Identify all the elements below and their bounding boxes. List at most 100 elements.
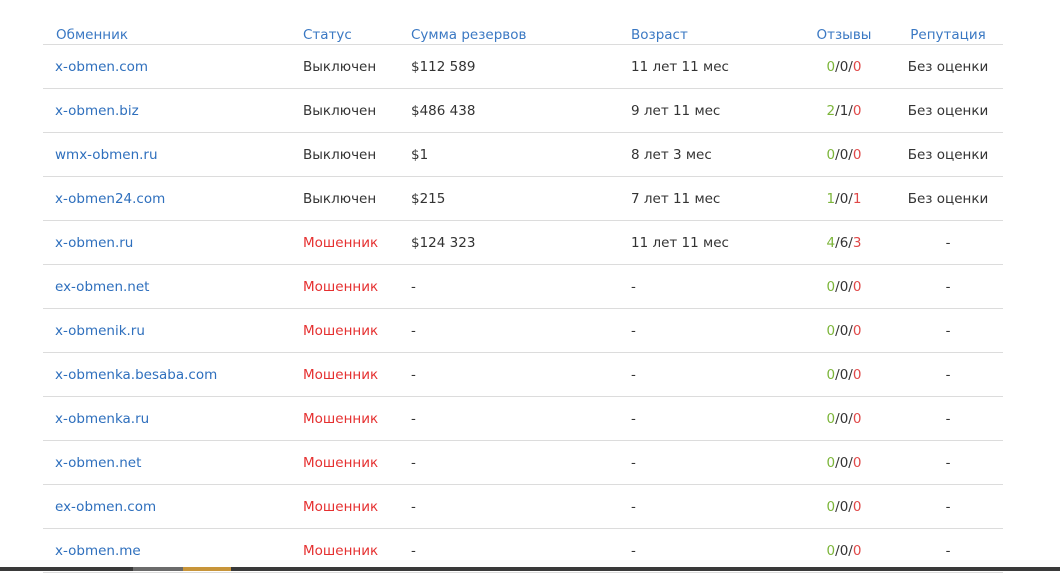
negative-reviews-count: 0 <box>852 454 862 471</box>
reviews-cell[interactable]: 0/0/0 <box>795 455 893 471</box>
neutral-reviews-count: 0 <box>839 278 849 295</box>
neutral-reviews-count: 0 <box>839 322 849 339</box>
reputation-cell: - <box>945 454 951 471</box>
age-cell: 9 лет 11 мес <box>631 102 721 119</box>
exchanger-cell: x-obmenka.besaba.com <box>43 367 291 383</box>
header-reserves[interactable]: Сумма резервов <box>399 27 619 44</box>
age-cell: - <box>631 278 636 295</box>
exchanger-link[interactable]: x-obmen.com <box>55 59 148 75</box>
positive-reviews-count: 0 <box>826 542 836 559</box>
negative-reviews-count: 0 <box>852 498 862 515</box>
exchanger-link[interactable]: ex-obmen.com <box>55 499 156 515</box>
header-status[interactable]: Статус <box>291 27 399 44</box>
table-row: x-obmen.net Мошенник - - 0/0/0 - <box>43 441 1003 485</box>
exchanger-link[interactable]: x-obmen.ru <box>55 235 133 251</box>
reviews-cell[interactable]: 0/0/0 <box>795 411 893 427</box>
reviews-cell[interactable]: 4/6/3 <box>795 235 893 251</box>
reputation-cell: Без оценки <box>907 190 989 207</box>
exchanger-link[interactable]: x-obmen.biz <box>55 103 139 119</box>
status-cell: Мошенник <box>303 454 379 471</box>
reserves-cell: $215 <box>411 190 446 207</box>
reviews-cell[interactable]: 0/0/0 <box>795 499 893 515</box>
exchanger-cell: ex-obmen.net <box>43 279 291 295</box>
reviews-cell[interactable]: 1/0/1 <box>795 191 893 207</box>
reviews-cell[interactable]: 0/0/0 <box>795 59 893 75</box>
neutral-reviews-count: 0 <box>839 454 849 471</box>
reputation-cell: Без оценки <box>907 58 989 75</box>
reserves-cell: - <box>411 278 416 295</box>
reputation-cell: - <box>945 498 951 515</box>
header-reputation[interactable]: Репутация <box>893 27 1003 44</box>
bottom-bar-segment <box>183 567 231 571</box>
reviews-cell[interactable]: 0/0/0 <box>795 543 893 559</box>
age-cell: - <box>631 410 636 427</box>
reviews-cell[interactable]: 0/0/0 <box>795 279 893 295</box>
reserves-cell: - <box>411 322 416 339</box>
reserves-cell: $1 <box>411 146 429 163</box>
exchanger-cell: wmx-obmen.ru <box>43 147 291 163</box>
exchanger-link[interactable]: x-obmen24.com <box>55 191 165 207</box>
neutral-reviews-count: 6 <box>839 234 849 251</box>
table-row: x-obmen.biz Выключен $486 438 9 лет 11 мес 2… <box>43 89 1003 133</box>
exchanger-link[interactable]: ex-obmen.net <box>55 279 149 295</box>
bottom-bar <box>0 567 1060 571</box>
table-row: x-obmen.ru Мошенник $124 323 11 лет 11 мес 4… <box>43 221 1003 265</box>
reviews-cell[interactable]: 0/0/0 <box>795 147 893 163</box>
bottom-bar-segment <box>133 567 183 571</box>
exchanger-cell: x-obmenik.ru <box>43 323 291 339</box>
status-cell: Выключен <box>303 190 377 207</box>
positive-reviews-count: 0 <box>826 322 836 339</box>
negative-reviews-count: 0 <box>852 58 862 75</box>
exchanger-cell: x-obmen.com <box>43 59 291 75</box>
negative-reviews-count: 3 <box>852 234 862 251</box>
exchanger-link[interactable]: x-obmen.net <box>55 455 141 471</box>
age-cell: 7 лет 11 мес <box>631 190 721 207</box>
reputation-cell: - <box>945 542 951 559</box>
exchanger-link[interactable]: x-obmenka.ru <box>55 411 149 427</box>
negative-reviews-count: 0 <box>852 410 862 427</box>
positive-reviews-count: 0 <box>826 146 836 163</box>
table-row: ex-obmen.com Мошенник - - 0/0/0 - <box>43 485 1003 529</box>
reputation-cell: Без оценки <box>907 102 989 119</box>
status-cell: Выключен <box>303 102 377 119</box>
reviews-cell[interactable]: 0/0/0 <box>795 367 893 383</box>
exchanger-link[interactable]: x-obmenka.besaba.com <box>55 367 217 383</box>
exchanger-cell: x-obmen.ru <box>43 235 291 251</box>
age-cell: - <box>631 454 636 471</box>
positive-reviews-count: 1 <box>826 190 836 207</box>
exchanger-cell: x-obmen.me <box>43 543 291 559</box>
exchanger-cell: x-obmen24.com <box>43 191 291 207</box>
negative-reviews-count: 0 <box>852 322 862 339</box>
reserves-cell: - <box>411 410 416 427</box>
reputation-cell: - <box>945 366 951 383</box>
table-body: x-obmen.com Выключен $112 589 11 лет 11 мес… <box>43 45 1003 573</box>
positive-reviews-count: 0 <box>826 410 836 427</box>
table-row: x-obmenka.besaba.com Мошенник - - 0/0/0 - <box>43 353 1003 397</box>
age-cell: 11 лет 11 мес <box>631 58 729 75</box>
table-header: Обменник Статус Сумма резервов Возраст О… <box>43 22 1003 45</box>
neutral-reviews-count: 0 <box>839 498 849 515</box>
age-cell: - <box>631 366 636 383</box>
reputation-cell: - <box>945 234 951 251</box>
neutral-reviews-count: 0 <box>839 190 849 207</box>
exchanger-link[interactable]: x-obmen.me <box>55 543 141 559</box>
table-row: x-obmen24.com Выключен $215 7 лет 11 мес 1/0… <box>43 177 1003 221</box>
header-exchanger[interactable]: Обменник <box>43 27 291 44</box>
table-row: wmx-obmen.ru Выключен $1 8 лет 3 мес 0/0/0 Бе… <box>43 133 1003 177</box>
age-cell: 8 лет 3 мес <box>631 146 712 163</box>
exchanger-link[interactable]: x-obmenik.ru <box>55 323 145 339</box>
status-cell: Мошенник <box>303 278 379 295</box>
reviews-cell[interactable]: 2/1/0 <box>795 103 893 119</box>
reserves-cell: $124 323 <box>411 234 476 251</box>
header-reviews[interactable]: Отзывы <box>795 27 893 44</box>
exchanger-cell: x-obmen.net <box>43 455 291 471</box>
status-cell: Мошенник <box>303 498 379 515</box>
exchanger-link[interactable]: wmx-obmen.ru <box>55 147 158 163</box>
reserves-cell: - <box>411 542 416 559</box>
status-cell: Мошенник <box>303 322 379 339</box>
negative-reviews-count: 0 <box>852 366 862 383</box>
header-age[interactable]: Возраст <box>619 27 795 44</box>
status-cell: Выключен <box>303 146 377 163</box>
reviews-cell[interactable]: 0/0/0 <box>795 323 893 339</box>
status-cell: Мошенник <box>303 542 379 559</box>
